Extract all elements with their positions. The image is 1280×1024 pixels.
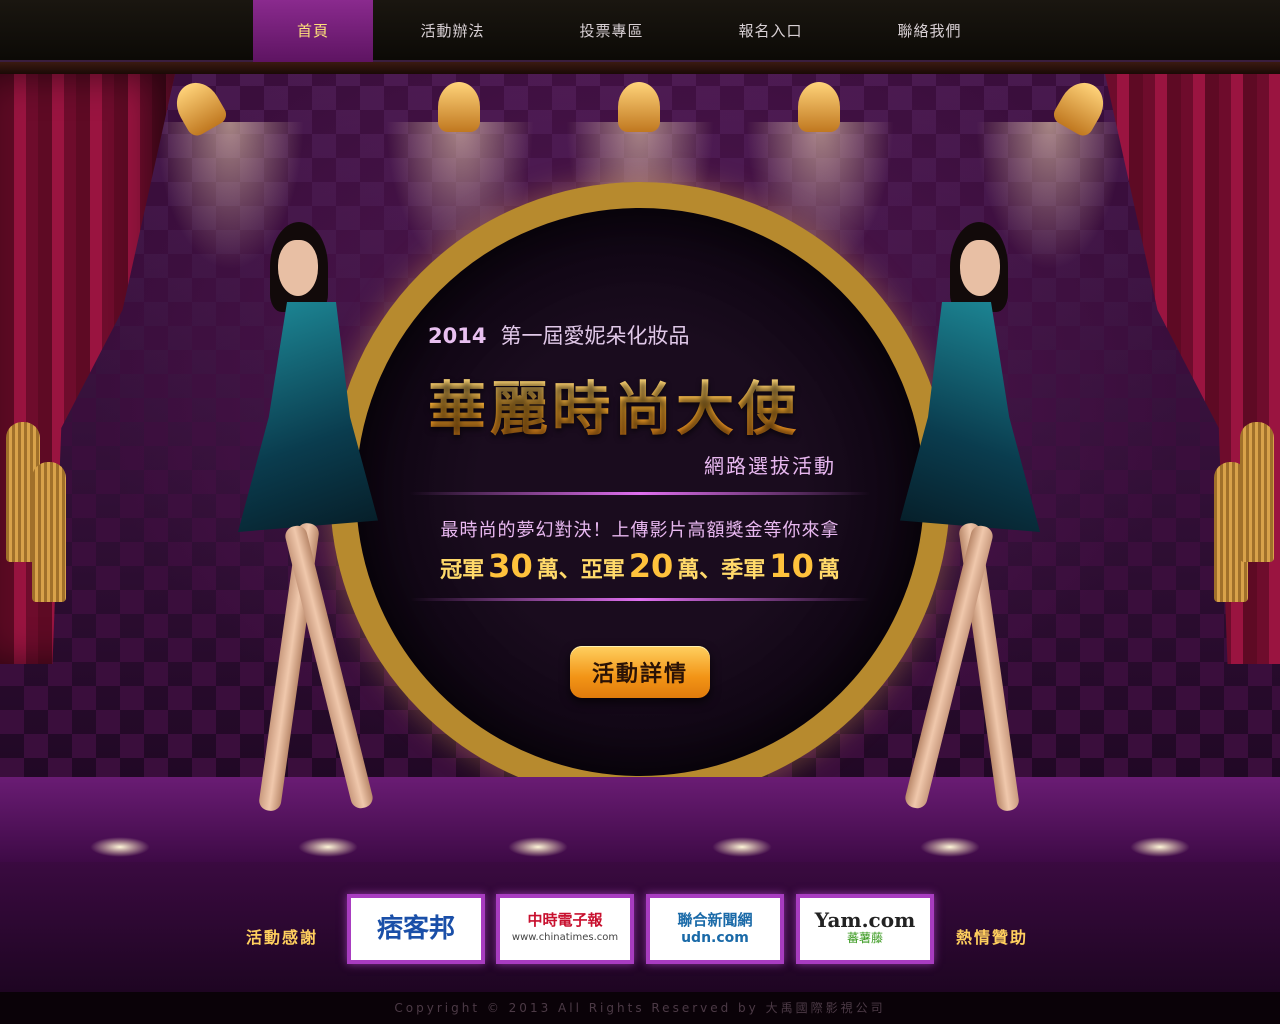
spotlight-icon	[618, 82, 660, 132]
nav-item-voting[interactable]: 投票專區	[532, 0, 691, 62]
prize-first-unit: 萬、	[536, 558, 581, 583]
prize-third-amount: 10	[769, 547, 814, 585]
prize-second-label: 亞軍	[580, 558, 625, 583]
nav-items: 首頁 活動辦法 投票專區 報名入口 聯絡我們	[253, 0, 1009, 62]
top-navigation: 首頁 活動辦法 投票專區 報名入口 聯絡我們	[0, 0, 1280, 62]
hero-stage: 2014 第一屆愛妮朵化妝品 華麗時尚大使 網路選拔活動 最時尚的夢幻對決！上傳影…	[0, 62, 1280, 862]
thanks-label: 活動感謝	[246, 928, 319, 947]
main-title: 華麗時尚大使	[428, 362, 800, 446]
spotlight-icon	[438, 82, 480, 132]
floor-light-icon	[920, 837, 980, 857]
nav-item-home[interactable]: 首頁	[253, 0, 373, 62]
nav-item-contact[interactable]: 聯絡我們	[850, 0, 1009, 62]
nav-item-signup[interactable]: 報名入口	[691, 0, 850, 62]
sponsor-logo-yam[interactable]: Yam.com 蕃薯藤	[796, 894, 934, 964]
prize-third-unit: 萬	[817, 558, 840, 583]
nav-item-rules[interactable]: 活動辦法	[373, 0, 532, 62]
sponsor-sub: udn.com	[681, 930, 749, 946]
sponsor-name: 聯合新聞網	[677, 911, 753, 929]
sponsor-sub: www.chinatimes.com	[511, 932, 619, 943]
details-button[interactable]: 活動詳情	[570, 646, 710, 698]
sponsor-name: 中時電子報	[527, 911, 603, 929]
sponsor-logo-chinatimes[interactable]: 中時電子報 www.chinatimes.com	[496, 894, 634, 964]
event-name: 第一屆愛妮朵化妝品	[500, 324, 690, 348]
prize-second-unit: 萬、	[677, 558, 722, 583]
floor-light-icon	[508, 837, 568, 857]
prize-second-amount: 20	[628, 547, 674, 585]
floor-light-icon	[712, 837, 772, 857]
sponsor-logo-pixnet[interactable]: 痞客邦	[347, 894, 485, 964]
floor-light-icon	[298, 837, 358, 857]
stage-rail	[0, 62, 1280, 74]
sponsor-logo-udn[interactable]: 聯合新聞網 udn.com	[646, 894, 784, 964]
floor-light-icon	[1130, 837, 1190, 857]
sponsor-label: 熱情贊助	[956, 928, 1029, 947]
tagline: 最時尚的夢幻對決！上傳影片高額獎金等你來拿	[440, 520, 840, 541]
event-subtitle: 2014 第一屆愛妮朵化妝品	[428, 320, 689, 350]
sponsor-name: 痞客邦	[376, 914, 455, 944]
divider	[410, 598, 870, 601]
footer-copyright: Copyright © 2013 All Rights Reserved by …	[0, 992, 1280, 1024]
spotlight-icon	[798, 82, 840, 132]
prize-first-label: 冠軍	[440, 558, 485, 583]
stage-floor	[0, 777, 1280, 862]
sponsor-bar: 活動感謝 痞客邦 中時電子報 www.chinatimes.com 聯合新聞網 …	[0, 862, 1280, 992]
prize-third-label: 季軍	[721, 558, 766, 583]
floor-light-icon	[90, 837, 150, 857]
event-year: 2014	[428, 324, 487, 348]
prize-first-amount: 30	[488, 547, 533, 585]
prize-line: 冠軍 30 萬、亞軍 20 萬、季軍 10 萬	[0, 547, 1280, 585]
title-tag: 網路選拔活動	[704, 454, 836, 478]
divider	[410, 492, 870, 495]
